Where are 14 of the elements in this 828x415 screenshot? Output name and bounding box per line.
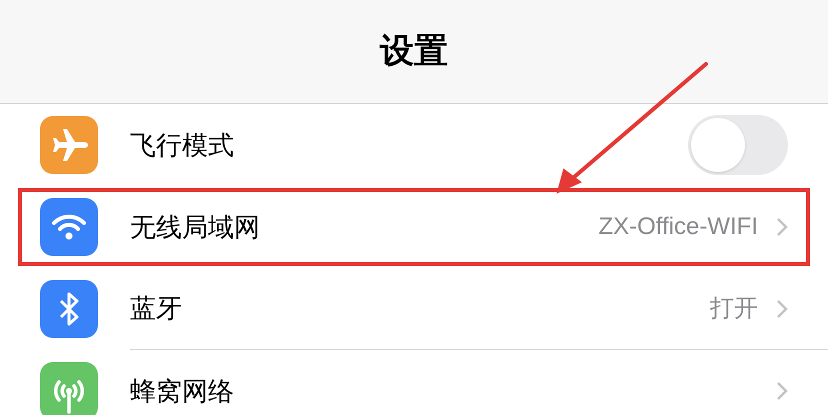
setting-label: 蜂窝网络 [130,374,235,408]
airplane-icon [40,116,98,174]
page-title: 设置 [380,31,448,72]
setting-value: 打开 [710,294,758,324]
setting-value: ZX-Office-WIFI [598,212,758,242]
wifi-icon [40,198,98,256]
setting-label: 飞行模式 [130,128,235,162]
setting-label: 无线局域网 [130,210,261,244]
chevron-icon [776,381,788,401]
chevron-icon [776,298,788,318]
bluetooth-icon [40,280,98,338]
antenna-icon [40,362,98,415]
setting-label: 蓝牙 [130,292,183,325]
chevron-icon [776,217,788,237]
